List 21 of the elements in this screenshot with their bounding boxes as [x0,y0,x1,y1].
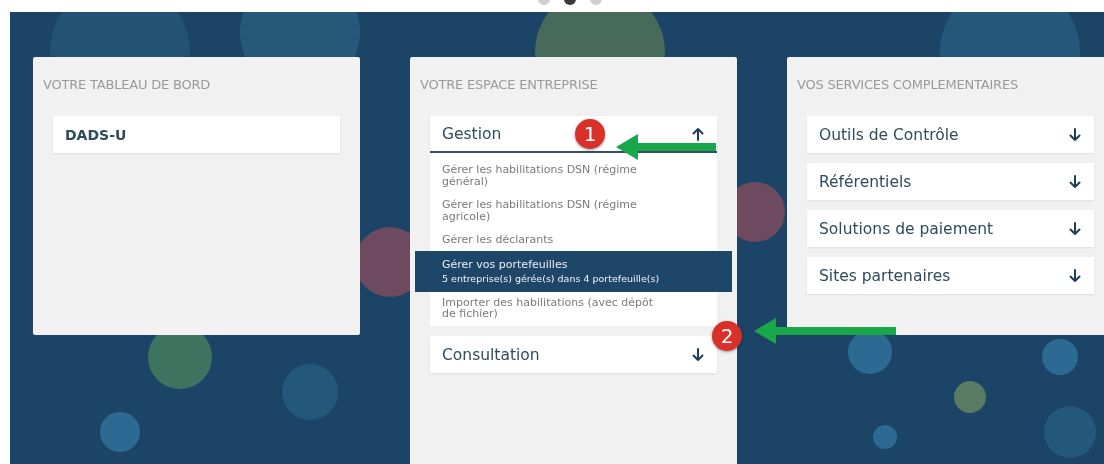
down-arrow-icon [1068,127,1082,142]
menu-item[interactable]: Gérer les habilitations DSN (régime général) [430,159,717,194]
up-arrow-icon [691,126,705,141]
accordion-header[interactable]: Sites partenaires [807,257,1094,294]
accordion-header[interactable]: Solutions de paiement [807,210,1094,247]
dashboard-link[interactable]: DADS-U [53,116,340,153]
panel-title: VOTRE ESPACE ENTREPRISE [420,77,599,92]
down-arrow-icon [1068,221,1082,236]
panel-title: VOS SERVICES COMPLEMENTAIRES [797,77,1019,92]
down-arrow-icon [1068,268,1082,283]
menu-item[interactable]: Gérer les déclarants [430,228,717,252]
down-arrow-icon [1068,174,1082,189]
panel-title: VOTRE TABLEAU DE BORD [43,77,212,92]
accordion-header[interactable]: Consultation [430,336,717,374]
accordion-header[interactable]: Référentiels [807,163,1094,200]
menu-item[interactable]: Gérer vos portefeuilles 5 entreprise(s) gérée(s) dans 4 portefeuille(s) [415,251,732,292]
menu-item[interactable]: Gérer les habilitations DSN (régime agricole) [430,193,717,229]
accordion-header[interactable]: Outils de Contrôle [807,116,1094,153]
pointer-arrow-icon [616,134,716,160]
pointer-arrow-icon [754,318,896,344]
down-arrow-icon [691,347,705,362]
